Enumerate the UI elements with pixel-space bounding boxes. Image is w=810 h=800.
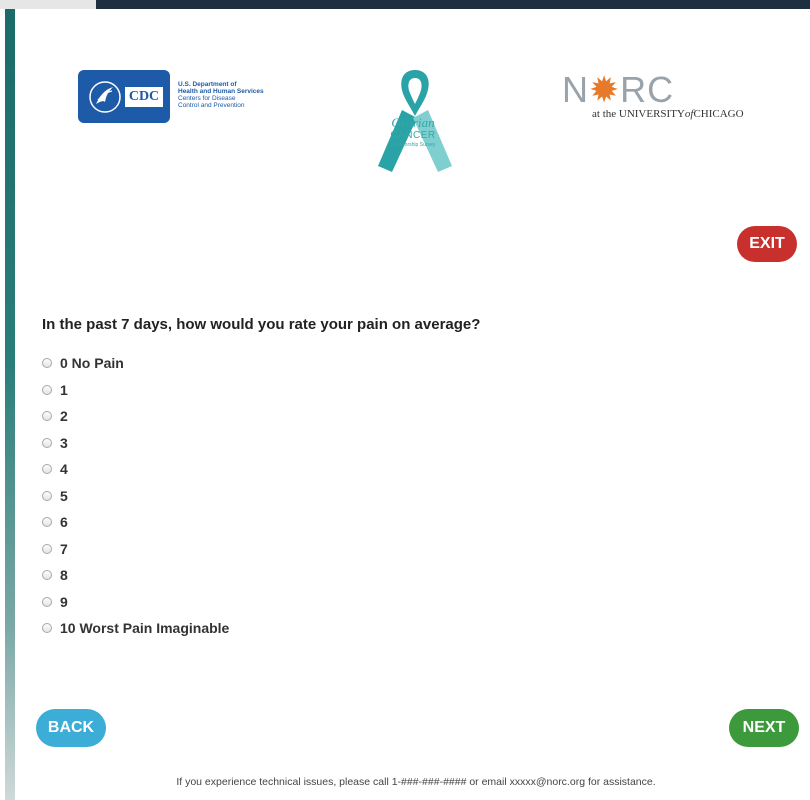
ribbon-title: Ovarian: [391, 115, 435, 130]
norc-logo: N✹RC at the UNIVERSITYofCHICAGO: [562, 72, 762, 122]
hhs-line-1: U.S. Department of: [178, 81, 237, 88]
option-label[interactable]: 9: [60, 594, 68, 610]
question-text: In the past 7 days, how would you rate y…: [42, 316, 481, 333]
option-label[interactable]: 0 No Pain: [60, 355, 124, 371]
option-label[interactable]: 3: [60, 435, 68, 451]
hhs-text: U.S. Department of Health and Human Serv…: [178, 81, 288, 109]
norc-wordmark: N✹RC: [562, 72, 674, 108]
footer-assistance-text: If you experience technical issues, plea…: [176, 776, 656, 788]
option-1[interactable]: 1: [42, 377, 229, 404]
hhs-line-2: Health and Human Services: [178, 88, 264, 95]
hhs-line-3: Centers for Disease: [178, 95, 236, 102]
answer-options: 0 No Pain 1 2 3 4 5 6 7 8 9 10 Worst Pai…: [42, 350, 229, 642]
option-label[interactable]: 4: [60, 461, 68, 477]
option-label[interactable]: 8: [60, 567, 68, 583]
radio-button[interactable]: [42, 411, 52, 422]
option-label[interactable]: 7: [60, 541, 68, 557]
norc-letters-rc: RC: [620, 69, 675, 110]
norc-letter-n: N: [562, 69, 589, 110]
option-6[interactable]: 6: [42, 509, 229, 536]
option-10[interactable]: 10 Worst Pain Imaginable: [42, 615, 229, 642]
cdc-logo-box: CDC: [78, 70, 170, 123]
radio-button[interactable]: [42, 623, 52, 634]
option-5[interactable]: 5: [42, 483, 229, 510]
next-button[interactable]: NEXT: [729, 709, 799, 747]
radio-button[interactable]: [42, 570, 52, 581]
radio-button[interactable]: [42, 464, 52, 475]
norc-star-icon: ✹: [589, 69, 621, 110]
option-8[interactable]: 8: [42, 562, 229, 589]
back-button[interactable]: BACK: [36, 709, 106, 747]
option-label[interactable]: 1: [60, 382, 68, 398]
norc-sub-pre: at the UNIVERSITY: [592, 108, 685, 120]
radio-button[interactable]: [42, 384, 52, 395]
option-label[interactable]: 2: [60, 408, 68, 424]
option-7[interactable]: 7: [42, 536, 229, 563]
ribbon-caption: Survivorship Survey: [390, 142, 436, 148]
window-top-bar: [0, 0, 810, 9]
option-9[interactable]: 9: [42, 589, 229, 616]
option-3[interactable]: 3: [42, 430, 229, 457]
option-2[interactable]: 2: [42, 403, 229, 430]
hhs-line-4: Control and Prevention: [178, 102, 245, 109]
cdc-logo: CDC U.S. Department of Health and Human …: [78, 70, 278, 124]
option-label[interactable]: 5: [60, 488, 68, 504]
left-accent-bar: [5, 9, 15, 800]
norc-subtitle: at the UNIVERSITYofCHICAGO: [592, 108, 744, 120]
exit-button[interactable]: EXIT: [737, 226, 797, 262]
radio-button[interactable]: [42, 517, 52, 528]
cdc-mark: CDC: [125, 87, 163, 107]
radio-button[interactable]: [42, 543, 52, 554]
option-4[interactable]: 4: [42, 456, 229, 483]
window-tab: [0, 0, 96, 9]
option-0[interactable]: 0 No Pain: [42, 350, 229, 377]
radio-button[interactable]: [42, 358, 52, 369]
option-label[interactable]: 10 Worst Pain Imaginable: [60, 620, 229, 636]
option-label[interactable]: 6: [60, 514, 68, 530]
ribbon-subtitle: CANCER: [390, 130, 436, 141]
norc-sub-post: CHICAGO: [693, 108, 744, 120]
radio-button[interactable]: [42, 437, 52, 448]
radio-button[interactable]: [42, 490, 52, 501]
radio-button[interactable]: [42, 596, 52, 607]
hhs-eagle-icon: [89, 81, 121, 113]
